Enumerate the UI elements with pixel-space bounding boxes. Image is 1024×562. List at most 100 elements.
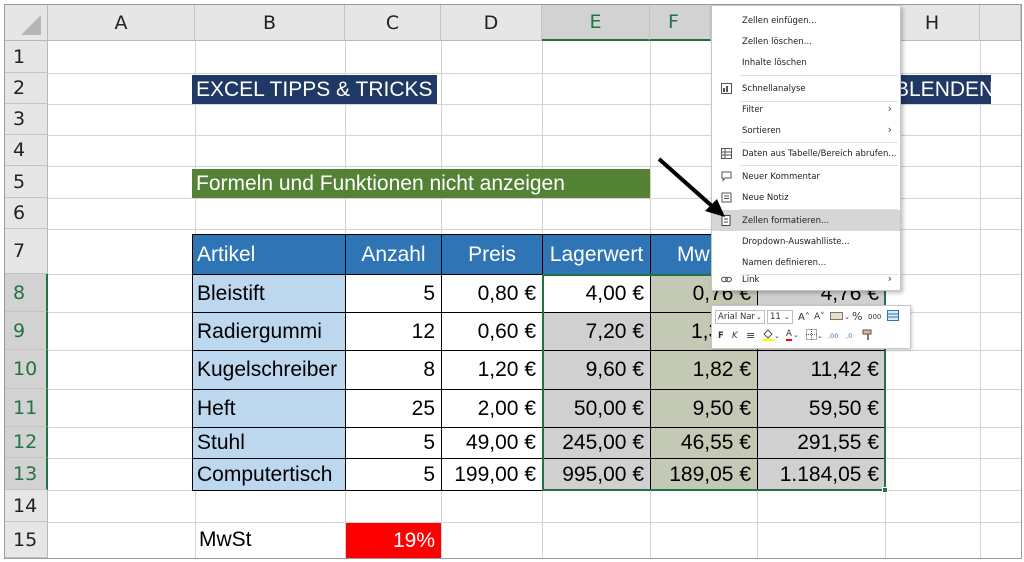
column-header-b[interactable]: B [195,5,345,41]
table-header-artikel: Artikel [192,234,346,275]
cell-anzahl[interactable]: 5 [345,458,442,491]
row-header-13[interactable]: 13 [5,458,48,490]
column-header-e[interactable]: E [542,5,650,41]
format-painter-button[interactable] [862,329,874,343]
row-header-9[interactable]: 9 [5,312,48,350]
row-header-4[interactable]: 4 [5,135,48,166]
column-header-f[interactable]: F [650,5,711,41]
cell-artikel[interactable]: Radiergummi [192,312,346,351]
cell-anzahl[interactable]: 12 [345,312,442,351]
row-header-6[interactable]: 6 [5,198,48,229]
menu-item-quick-analysis[interactable]: Schnellanalyse [712,78,900,99]
menu-item-link[interactable]: Link › [712,269,900,290]
spreadsheet-window: A B C D E F H 1 2 3 4 5 6 7 8 9 10 11 12… [4,4,1022,559]
mwst-label[interactable]: MwSt [195,522,345,558]
menu-item-format-cells[interactable]: Zellen formatieren... [712,210,900,231]
font-color-label: A [786,329,792,341]
menu-item-dropdown-list[interactable]: Dropdown-Auswahlliste... [712,231,900,252]
menu-item-label: Daten aus Tabelle/Bereich abrufen... [742,148,897,159]
cell-total[interactable]: 1.184,05 € [757,458,886,491]
row-header-11[interactable]: 11 [5,389,48,427]
bold-button[interactable]: F [718,329,724,343]
cell-anzahl[interactable]: 5 [345,274,442,313]
submenu-chevron-icon: › [887,272,892,285]
cell-lagerwert[interactable]: 9,60 € [542,350,651,390]
cell-anzahl[interactable]: 25 [345,389,442,428]
cell-mwst[interactable]: 46,55 € [650,427,758,459]
row-header-12[interactable]: 12 [5,427,48,458]
font-name-dropdown[interactable]: Arial Nar ⌄ [715,310,765,324]
increase-font-button[interactable]: A˄ [798,310,810,324]
menu-item-filter[interactable]: Filter › [712,99,900,120]
font-name-value: Arial Nar [718,312,756,322]
row-header-14[interactable]: 14 [5,490,48,522]
cell-total[interactable]: 291,55 € [757,427,886,459]
cell-anzahl[interactable]: 8 [345,350,442,390]
row-header-8[interactable]: 8 [5,274,48,312]
column-header-i[interactable] [980,5,1021,41]
row-header-1[interactable]: 1 [5,41,48,73]
cell-artikel[interactable]: Computertisch [192,458,346,491]
cell-artikel[interactable]: Kugelschreiber [192,350,346,390]
cell-preis[interactable]: 0,80 € [441,274,543,313]
cell-preis[interactable]: 49,00 € [441,427,543,459]
format-as-table-button[interactable] [887,310,899,324]
italic-button[interactable]: K [732,329,738,343]
row-header-5[interactable]: 5 [5,166,48,198]
table-header-mwst: Mw [650,234,712,275]
select-all-triangle-icon [21,15,41,35]
cell-preis[interactable]: 199,00 € [441,458,543,491]
cell-preis[interactable]: 2,00 € [441,389,543,428]
fill-color-button[interactable]: ⌄ [762,328,780,343]
borders-icon [806,329,817,343]
cell-artikel[interactable]: Stuhl [192,427,346,459]
cell-anzahl[interactable]: 5 [345,427,442,459]
percent-style-button[interactable]: % [852,309,862,323]
cell-lagerwert[interactable]: 7,20 € [542,312,651,351]
cell-total[interactable]: 11,42 € [757,350,886,390]
menu-item-get-data[interactable]: Daten aus Tabelle/Bereich abrufen... [712,143,900,164]
cell-mwst[interactable]: 9,50 € [650,389,758,428]
chevron-down-icon: ⌄ [783,313,790,321]
select-all-corner[interactable] [5,5,48,41]
accounting-format-button[interactable]: ⌄ [830,310,850,324]
menu-item-insert-cells[interactable]: Zellen einfügen... [712,10,900,31]
menu-item-new-comment[interactable]: Neuer Kommentar [712,166,900,187]
menu-item-label: Link [742,274,760,285]
row-header-2[interactable]: 2 [5,73,48,104]
borders-button[interactable]: ⌄ [806,329,823,343]
menu-item-new-note[interactable]: Neue Notiz [712,187,900,208]
decrease-font-button[interactable]: A˅ [814,310,825,324]
cell-lagerwert[interactable]: 4,00 € [542,274,651,313]
row-header-15[interactable]: 15 [5,522,48,558]
cell-preis[interactable]: 1,20 € [441,350,543,390]
cell-mwst[interactable]: 1,82 € [650,350,758,390]
cell-lagerwert[interactable]: 245,00 € [542,427,651,459]
font-color-button[interactable]: A ⌄ [786,328,799,342]
menu-item-label: Filter [742,104,764,115]
decrease-decimal-button[interactable]: ,0 [846,329,852,343]
increase-decimal-button[interactable]: ,00 [828,329,838,343]
cell-total[interactable]: 59,50 € [757,389,886,428]
font-size-dropdown[interactable]: 11 ⌄ [767,310,793,324]
menu-item-sort[interactable]: Sortieren › [712,120,900,141]
cell-lagerwert[interactable]: 50,00 € [542,389,651,428]
cell-artikel[interactable]: Bleistift [192,274,346,313]
cell-artikel[interactable]: Heft [192,389,346,428]
thousands-separator-button[interactable]: 000 [868,310,881,324]
cell-lagerwert[interactable]: 995,00 € [542,458,651,491]
column-header-d[interactable]: D [441,5,542,41]
row-header-7[interactable]: 7 [5,229,48,274]
align-center-button[interactable]: ≡ [746,328,755,342]
cell-mwst[interactable]: 189,05 € [650,458,758,491]
increase-decimal-label: ,00 [828,332,839,340]
selection-fill-handle[interactable] [882,487,888,493]
column-header-c[interactable]: C [345,5,441,41]
menu-item-delete-cells[interactable]: Zellen löschen... [712,31,900,52]
row-header-10[interactable]: 10 [5,350,48,389]
row-header-3[interactable]: 3 [5,104,48,135]
mwst-rate-cell[interactable]: 19% [346,523,441,558]
menu-item-clear-contents[interactable]: Inhalte löschen [712,52,900,73]
cell-preis[interactable]: 0,60 € [441,312,543,351]
column-header-a[interactable]: A [48,5,195,41]
